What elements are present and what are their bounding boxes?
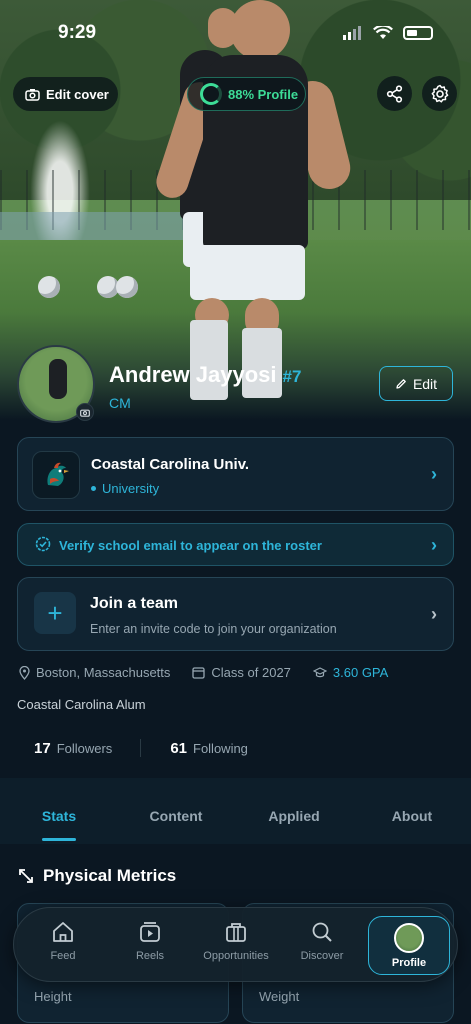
active-tab-indicator — [42, 838, 76, 841]
nav-discover[interactable]: Discover — [282, 920, 362, 962]
verify-email-banner[interactable]: Verify school email to appear on the ros… — [17, 523, 454, 566]
verify-email-text: Verify school email to appear on the ros… — [59, 538, 322, 553]
edit-cover-label: Edit cover — [46, 86, 109, 102]
nav-profile-label: Profile — [391, 956, 427, 969]
tab-content[interactable]: Content — [150, 808, 203, 824]
location-text: Boston, Massachusetts — [36, 665, 171, 680]
join-team-subtitle: Enter an invite code to join your organi… — [90, 622, 337, 636]
nav-feed[interactable]: Feed — [23, 920, 103, 962]
share-button[interactable] — [377, 76, 412, 111]
nav-profile-avatar — [394, 922, 424, 953]
soccer-ball — [38, 276, 60, 298]
physical-metrics-heading: Physical Metrics — [18, 866, 176, 886]
tab-stats[interactable]: Stats — [42, 808, 76, 824]
calendar-icon — [192, 667, 206, 679]
tab-about[interactable]: About — [392, 808, 432, 824]
class-year-text: Class of 2027 — [211, 665, 291, 680]
followers-label: Followers — [56, 740, 113, 756]
camera-icon — [80, 409, 90, 417]
followers-link[interactable]: 17 Followers — [34, 740, 112, 757]
progress-ring-icon — [200, 83, 222, 105]
reels-icon — [140, 922, 160, 942]
nav-feed-label: Feed — [50, 950, 76, 962]
settings-button[interactable] — [422, 76, 457, 111]
profile-bio: Coastal Carolina Alum — [17, 697, 146, 712]
following-count: 61 — [170, 739, 187, 757]
follow-stats: 17 Followers 61 Following — [34, 739, 248, 757]
camera-icon — [25, 88, 40, 101]
nav-reels-label: Reels — [135, 950, 165, 962]
physical-metrics-title: Physical Metrics — [43, 866, 177, 885]
metric-label: Height — [34, 989, 72, 1004]
battery-icon — [403, 26, 433, 40]
nav-profile[interactable]: Profile — [368, 916, 450, 975]
chevron-right-icon: › — [431, 604, 437, 624]
tab-applied[interactable]: Applied — [268, 808, 319, 824]
plus-icon: + — [34, 592, 76, 634]
status-icons — [343, 26, 433, 40]
profile-name: Andrew Jayyosi #7 — [109, 362, 301, 388]
dot-icon — [91, 486, 96, 491]
school-name: Coastal Carolina Univ. — [91, 456, 250, 473]
jersey-number: #7 — [282, 367, 302, 386]
pencil-icon — [396, 378, 406, 389]
cellular-signal-icon — [343, 26, 361, 40]
bottom-navigation: Feed Reels Opportunities Discover Profil… — [13, 907, 458, 982]
school-logo — [32, 451, 80, 499]
verified-badge-icon — [35, 536, 51, 552]
divider — [140, 739, 142, 757]
graduation-cap-icon — [312, 666, 327, 677]
avatar-camera-badge[interactable] — [76, 403, 94, 421]
gpa-text: 3.60 GPA — [332, 665, 389, 680]
chevron-right-icon: › — [431, 535, 437, 555]
school-card[interactable]: Coastal Carolina Univ. University › — [17, 437, 454, 511]
profile-completion-pill[interactable]: 88% Profile — [187, 77, 306, 111]
edit-profile-button[interactable]: Edit — [379, 366, 453, 401]
search-icon — [312, 922, 332, 942]
profile-name-text: Andrew Jayyosi — [109, 362, 277, 387]
briefcase-icon — [226, 923, 246, 942]
following-link[interactable]: 61 Following — [170, 740, 248, 757]
nav-opportunities[interactable]: Opportunities — [196, 920, 276, 962]
share-icon — [386, 84, 402, 103]
gear-icon — [431, 84, 448, 103]
following-label: Following — [193, 740, 248, 756]
edit-profile-label: Edit — [412, 375, 438, 392]
status-time: 9:29 — [58, 22, 97, 43]
nav-opportunities-label: Opportunities — [203, 950, 269, 962]
nav-reels[interactable]: Reels — [110, 920, 190, 962]
join-team-card[interactable]: + Join a team Enter an invite code to jo… — [17, 577, 454, 651]
edit-cover-button[interactable]: Edit cover — [13, 77, 118, 111]
chanticleer-logo-icon — [47, 462, 69, 486]
profile-info-row: Boston, Massachusetts Class of 2027 3.60… — [19, 665, 388, 680]
expand-arrows-icon — [19, 869, 33, 883]
location-pin-icon — [19, 665, 30, 680]
home-icon — [53, 922, 73, 942]
followers-count: 17 — [34, 739, 51, 757]
school-type-label: University — [102, 481, 160, 496]
metric-label: Weight — [259, 989, 300, 1004]
join-team-title: Join a team — [90, 595, 179, 612]
soccer-ball — [116, 276, 138, 298]
wifi-icon — [373, 26, 393, 39]
status-bar: 9:29 — [0, 22, 471, 50]
chevron-right-icon: › — [431, 464, 437, 484]
school-type: University — [91, 481, 159, 496]
profile-completion-label: 88% Profile — [228, 86, 299, 102]
player-position: CM — [109, 395, 131, 411]
nav-discover-label: Discover — [300, 950, 344, 962]
